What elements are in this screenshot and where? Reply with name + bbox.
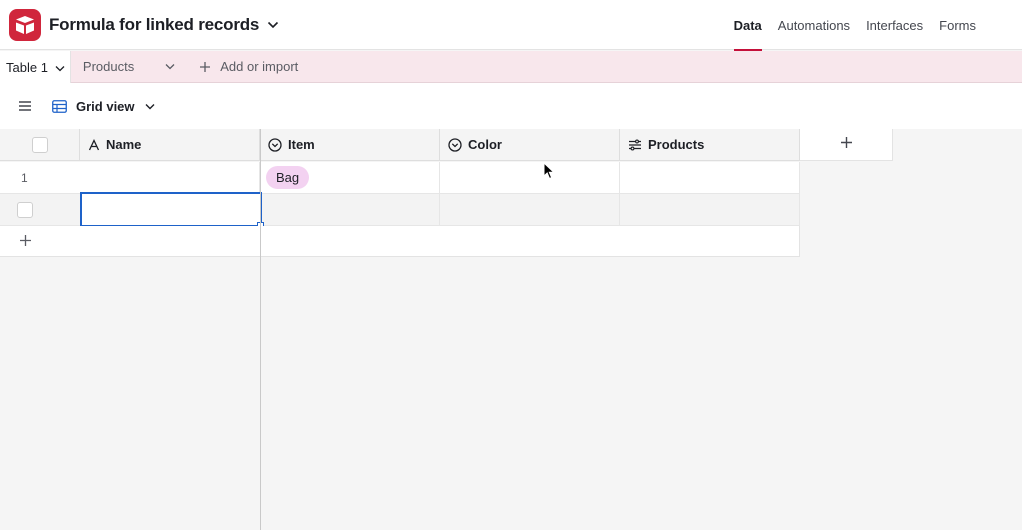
chevron-down-icon[interactable] — [158, 51, 187, 82]
chevron-down-icon[interactable] — [55, 60, 65, 75]
menu-icon[interactable] — [18, 100, 32, 112]
cell-color[interactable] — [440, 194, 620, 226]
select-all-checkbox[interactable] — [31, 136, 48, 153]
nav-data[interactable]: Data — [726, 0, 770, 51]
add-or-import-label: Add or import — [220, 59, 299, 74]
table-tab-bar: Table 1 Products Add or import — [0, 51, 1022, 83]
tab-table-1[interactable]: Table 1 — [0, 51, 71, 83]
add-or-import-button[interactable]: Add or import — [187, 51, 298, 82]
tab-label: Table 1 — [6, 59, 48, 75]
column-label: Name — [106, 137, 142, 152]
plus-icon — [19, 234, 32, 247]
plus-icon — [199, 61, 211, 73]
column-header-name[interactable]: Name — [80, 129, 260, 161]
row-checkbox-cell[interactable] — [0, 194, 80, 226]
cell-item[interactable]: Bag — [260, 162, 440, 194]
add-record-row[interactable] — [0, 226, 800, 257]
mouse-cursor-icon — [543, 161, 555, 185]
nav-automations[interactable]: Automations — [770, 0, 858, 50]
single-select-icon — [268, 137, 282, 152]
cell-products[interactable] — [620, 162, 800, 194]
view-bar: Grid view — [0, 83, 1022, 129]
frozen-column-divider[interactable] — [260, 129, 261, 530]
selected-cell-outline[interactable] — [80, 192, 262, 227]
top-nav: Data Automations Interfaces Forms — [726, 0, 1022, 51]
row-number[interactable]: 1 — [0, 162, 80, 194]
nav-interfaces[interactable]: Interfaces — [858, 0, 931, 50]
chevron-down-icon[interactable] — [145, 103, 155, 110]
cell-item[interactable] — [260, 194, 440, 226]
view-switcher[interactable]: Grid view — [52, 99, 155, 114]
lookup-icon — [628, 139, 642, 151]
row-checkbox[interactable] — [17, 201, 33, 218]
grid-view-icon — [52, 99, 67, 113]
top-bar: Formula for linked records Data Automati… — [0, 0, 1022, 51]
chevron-down-icon[interactable] — [267, 21, 279, 29]
plus-icon — [840, 136, 853, 154]
add-field-button[interactable] — [800, 129, 893, 161]
app-logo-icon[interactable] — [9, 8, 41, 41]
base-title[interactable]: Formula for linked records — [49, 15, 259, 35]
select-all-header — [0, 129, 80, 161]
column-label: Products — [648, 137, 705, 152]
tab-products[interactable]: Products — [71, 51, 158, 82]
view-name: Grid view — [76, 98, 135, 114]
nav-forms[interactable]: Forms — [931, 0, 984, 50]
cell-color[interactable] — [440, 162, 620, 194]
column-header-color[interactable]: Color — [440, 129, 620, 161]
cell-products[interactable] — [620, 194, 800, 226]
column-header-products[interactable]: Products — [620, 129, 800, 161]
select-option-pill: Bag — [266, 166, 310, 189]
cell-name[interactable] — [80, 162, 260, 194]
single-select-icon — [448, 137, 462, 152]
tab-label: Products — [82, 59, 135, 74]
column-header-item[interactable]: Item — [260, 129, 440, 161]
text-icon — [88, 138, 100, 151]
column-label: Item — [288, 137, 315, 152]
column-label: Color — [468, 137, 502, 152]
